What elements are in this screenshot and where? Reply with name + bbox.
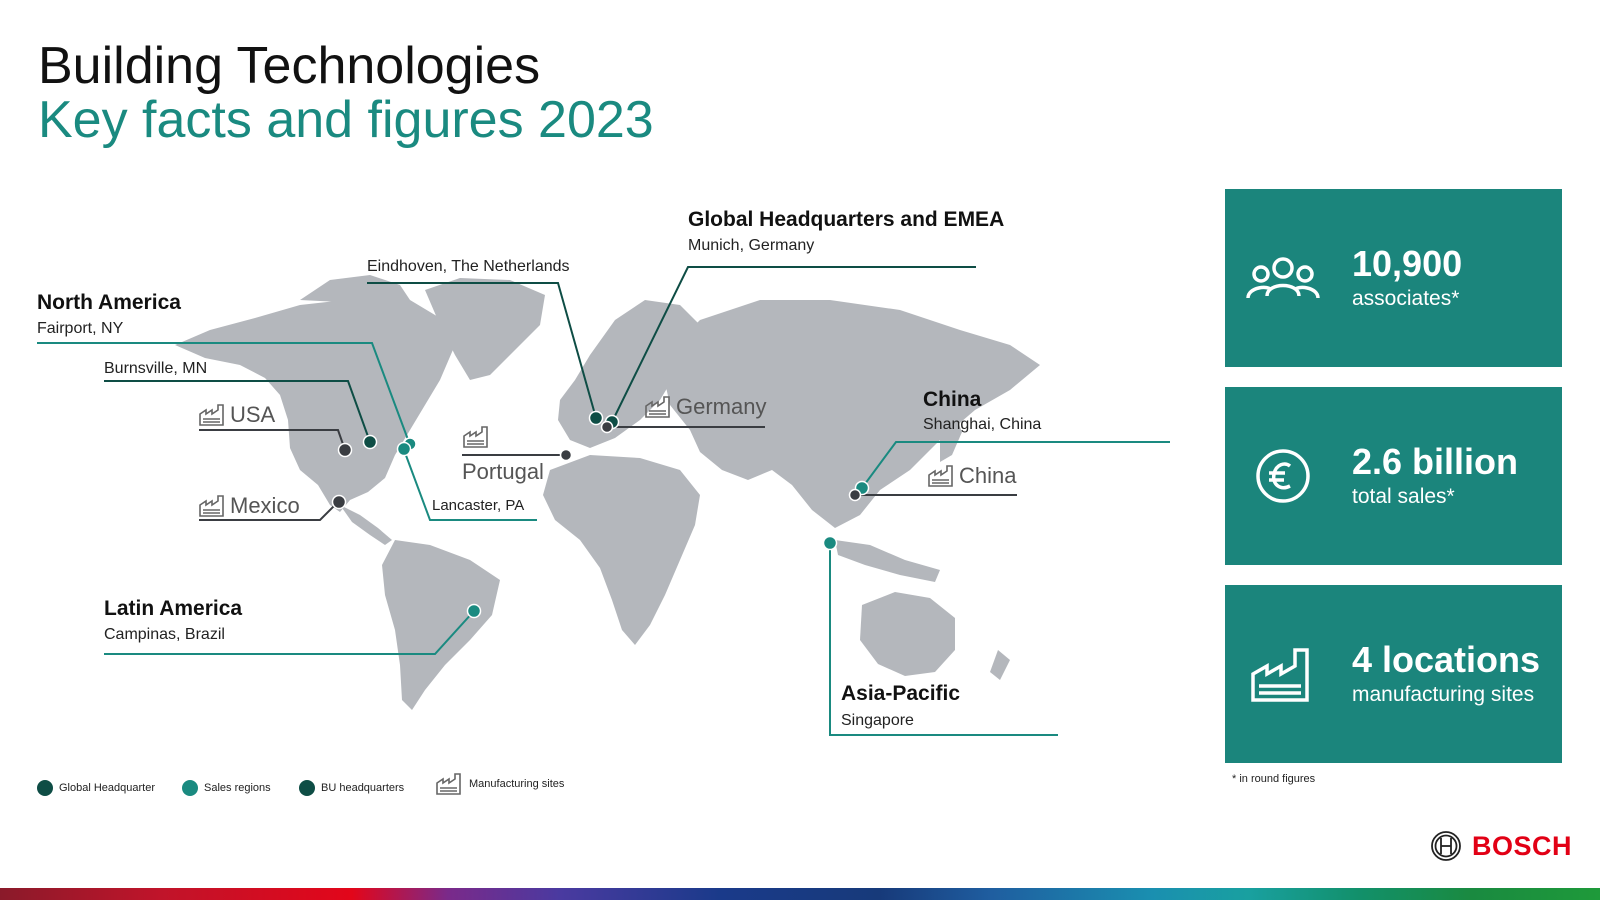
factory-icon xyxy=(928,465,953,487)
mfg-label: Germany xyxy=(676,394,767,419)
label-china: China xyxy=(923,388,982,411)
label-burnsville: Burnsville, MN xyxy=(104,360,208,377)
dot-burnsville xyxy=(362,434,378,450)
brand-name: BOSCH xyxy=(1472,830,1573,861)
mfg-label: China xyxy=(959,463,1017,488)
legend-global-hq: Global Headquarter xyxy=(37,780,155,796)
mfg-china: China xyxy=(927,463,1016,489)
brand-color-bar xyxy=(0,888,1600,900)
label-fairport: Fairport, NY xyxy=(37,320,124,337)
factory-icon xyxy=(436,773,461,795)
legend-dot xyxy=(299,780,315,796)
mfg-label: Mexico xyxy=(230,493,300,518)
dot-germany-mfg xyxy=(600,420,614,434)
factory-icon xyxy=(463,426,488,448)
label-latin-america: Latin America xyxy=(104,597,243,620)
euro-icon xyxy=(1256,449,1310,503)
fact-card-sales: 2.6 billion total sales* xyxy=(1225,387,1562,565)
fact-caption: associates* xyxy=(1352,287,1460,310)
legend-dot xyxy=(37,780,53,796)
legend-label: Sales regions xyxy=(204,782,271,794)
factory-icon xyxy=(645,396,670,418)
bosch-armature-icon xyxy=(1431,831,1461,861)
label-lancaster: Lancaster, PA xyxy=(432,497,525,514)
continent-central-america xyxy=(340,505,392,545)
dot-china-mfg xyxy=(848,488,862,502)
mfg-mexico: Mexico xyxy=(198,493,300,519)
label-eindhoven: Eindhoven, The Netherlands xyxy=(367,258,570,275)
footnote: * in round figures xyxy=(1232,773,1316,785)
fact-value: 2.6 billion xyxy=(1352,441,1519,482)
factory-icon xyxy=(199,495,224,517)
legend-label: Global Headquarter xyxy=(59,782,156,794)
continent-south-america xyxy=(382,540,500,710)
dot-eindhoven xyxy=(588,410,604,426)
legend-sales-regions: Sales regions xyxy=(182,780,271,796)
dot-campinas xyxy=(466,603,482,619)
legend-label: BU headquarters xyxy=(321,782,405,794)
label-asia-pacific: Asia-Pacific xyxy=(841,682,961,705)
continent-australia xyxy=(860,592,955,676)
mfg-usa: USA xyxy=(198,402,275,428)
legend-dot xyxy=(182,780,198,796)
mfg-portugal: Portugal xyxy=(462,425,544,485)
legend-bu-hq: BU headquarters xyxy=(299,780,404,796)
fact-caption: total sales* xyxy=(1352,485,1455,508)
mfg-germany: Germany xyxy=(644,394,766,420)
factory-icon xyxy=(199,404,224,426)
fact-value: 10,900 xyxy=(1352,243,1463,284)
legend-label: Manufacturing sites xyxy=(469,778,565,790)
label-shanghai: Shanghai, China xyxy=(923,416,1042,433)
fact-value: 4 locations xyxy=(1352,639,1541,680)
label-munich: Munich, Germany xyxy=(688,237,815,254)
fact-caption: manufacturing sites xyxy=(1352,683,1535,706)
dot-portugal-mfg xyxy=(559,448,573,462)
continent-arctic-islands xyxy=(300,275,410,305)
people-icon xyxy=(1246,257,1320,299)
dot-singapore xyxy=(822,535,838,551)
fact-card-associates: 10,900 associates* xyxy=(1225,189,1562,367)
label-north-america: North America xyxy=(37,291,181,314)
dot-lancaster xyxy=(396,441,412,457)
label-global-hq: Global Headquarters and EMEA xyxy=(688,208,1005,231)
continent-africa xyxy=(543,455,700,645)
mfg-label: Portugal xyxy=(462,459,544,484)
mfg-label: USA xyxy=(230,402,276,427)
continent-southeast-asia-islands xyxy=(835,540,940,582)
fact-card-locations: 4 locations manufacturing sites xyxy=(1225,585,1562,763)
dot-mexico-mfg xyxy=(331,494,347,510)
bosch-logo: BOSCH xyxy=(1430,830,1572,862)
continent-new-zealand xyxy=(990,650,1010,680)
dot-usa-mfg xyxy=(337,442,353,458)
continents xyxy=(175,275,1040,710)
legend-manufacturing: Manufacturing sites xyxy=(435,772,564,796)
factory-icon xyxy=(1251,648,1309,702)
label-campinas: Campinas, Brazil xyxy=(104,626,225,643)
label-singapore: Singapore xyxy=(841,712,914,729)
